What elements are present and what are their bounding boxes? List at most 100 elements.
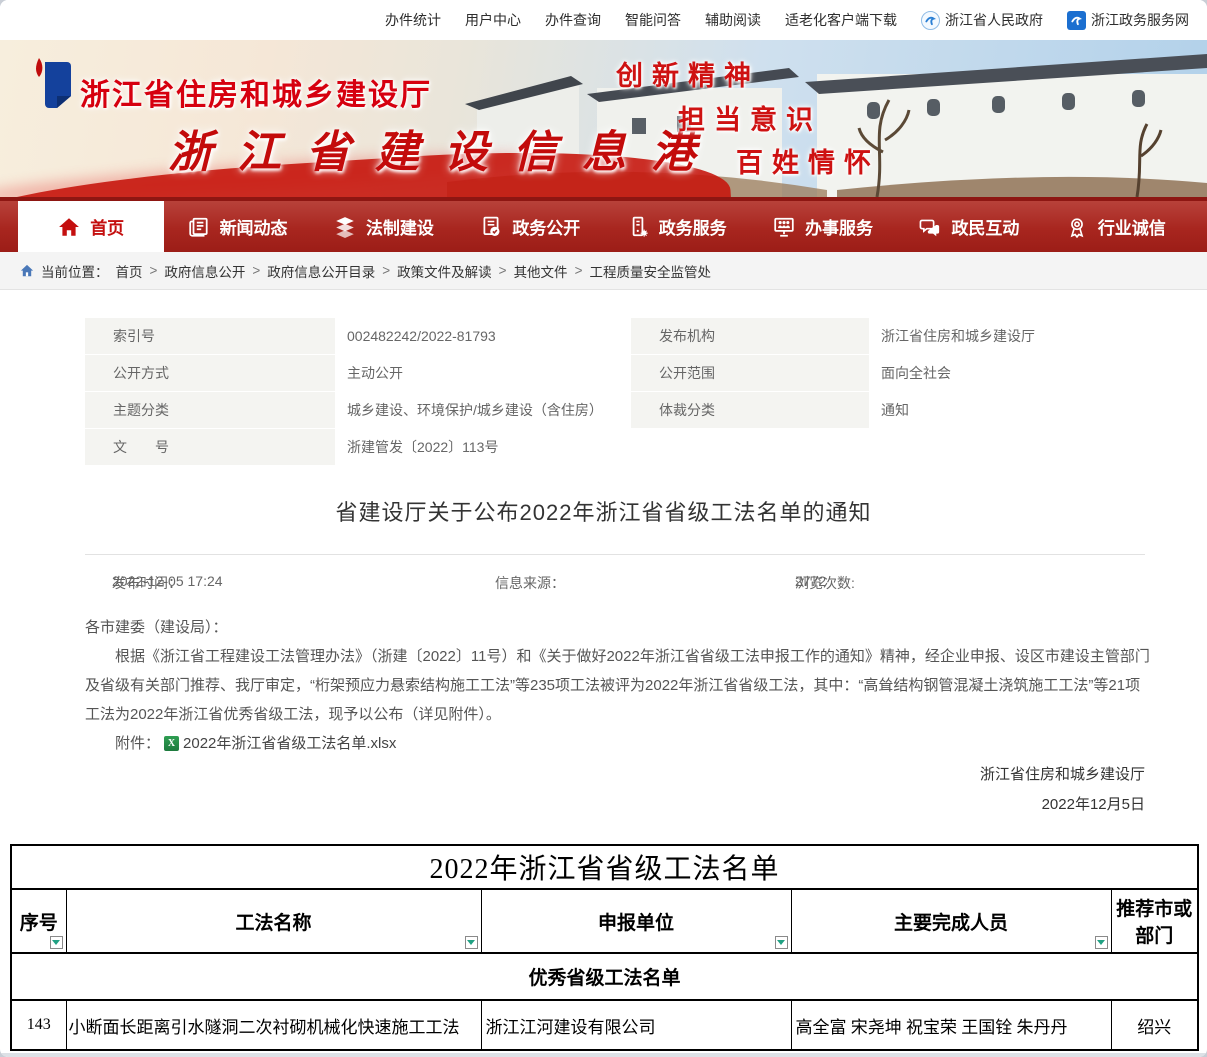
article: 省建设厅关于公布2022年浙江省省级工法名单的通知 发布时间： 2022-12-… (0, 495, 1207, 820)
breadcrumb-item-other-docs[interactable]: 其他文件 (514, 261, 568, 281)
col-header-name: 工法名称 (66, 889, 481, 953)
table-header-row: 序号 工法名称 申报单位 主要完成人员 推荐市或部门 (11, 889, 1198, 953)
nav-label: 行业诚信 (1098, 214, 1166, 239)
nav-item-gov-service[interactable]: 政务服务 (604, 201, 750, 252)
nav-item-home[interactable]: 首页 (18, 201, 164, 252)
link-zhejiang-gov[interactable]: 浙江省人民政府 (921, 10, 1043, 30)
nav-item-law[interactable]: 法制建设 (311, 201, 457, 252)
topbar-link-stats[interactable]: 办件统计 (385, 10, 441, 30)
breadcrumb-separator: > (252, 263, 260, 278)
info-value-topic: 城乡建设、环境保护/城乡建设（含住房） (335, 392, 631, 428)
article-meta: 发布时间： 2022-12-05 17:24 信息来源： 浏览次数: 2772 (0, 573, 1207, 593)
zhejiang-gov-label: 浙江省人民政府 (945, 10, 1043, 30)
breadcrumb-home-icon (20, 264, 34, 278)
nav-label: 办事服务 (805, 214, 873, 239)
breadcrumb-separator: > (382, 263, 390, 278)
topbar-link-qa[interactable]: 智能问答 (625, 10, 681, 30)
filter-button-company[interactable] (775, 936, 788, 949)
filter-button-no[interactable] (50, 936, 63, 949)
attachment-link[interactable]: 2022年浙江省省级工法名单.xlsx (183, 729, 396, 758)
department-name: 浙江省住房和城乡建设厅 (80, 70, 432, 114)
xlsx-file-icon: X (164, 736, 179, 751)
nav-item-office-service[interactable]: 办事服务 (750, 201, 896, 252)
nav-label: 法制建设 (366, 214, 434, 239)
attachment-line: 附件： X 2022年浙江省省级工法名单.xlsx (85, 729, 1150, 758)
department-logo-icon (33, 56, 73, 117)
nav-item-gov-open[interactable]: 政务公开 (457, 201, 603, 252)
col-header-city: 推荐市或部门 (1111, 889, 1198, 953)
page: 办件统计 用户中心 办件查询 智能问答 辅助阅读 适老化客户端下载 浙江省人民政… (0, 0, 1207, 1057)
salutation: 各市建委（建设局）： (85, 613, 1150, 642)
breadcrumb-item-home[interactable]: 首页 (116, 261, 143, 281)
top-utility-bar: 办件统计 用户中心 办件查询 智能问答 辅助阅读 适老化客户端下载 浙江省人民政… (0, 0, 1207, 40)
info-value-genre: 通知 (869, 392, 1145, 428)
section-header: 优秀省级工法名单 (11, 953, 1198, 1000)
info-label-empty (631, 429, 869, 465)
zhejiang-gov-logo-icon (921, 11, 940, 30)
col-header-company: 申报单位 (481, 889, 791, 953)
info-label-open-mode: 公开方式 (85, 355, 335, 391)
slogan-responsibility: 担当意识 (678, 98, 822, 137)
filter-button-name[interactable] (465, 936, 478, 949)
breadcrumb-separator: > (575, 263, 583, 278)
article-body: 各市建委（建设局）： 根据《浙江省工程建设工法管理办法》（浙建〔2022〕11号… (85, 613, 1150, 758)
breadcrumb-item-catalog[interactable]: 政府信息公开目录 (267, 261, 375, 281)
info-label-genre: 体裁分类 (631, 392, 869, 428)
info-label-issuer: 发布机构 (631, 318, 869, 354)
info-label-index: 索引号 (85, 318, 335, 354)
nav-item-integrity[interactable]: 行业诚信 (1043, 201, 1189, 252)
col-header-no: 序号 (11, 889, 66, 953)
integrity-medal-icon (1066, 216, 1088, 238)
page-title: 省建设厅关于公布2022年浙江省省级工法名单的通知 (0, 495, 1207, 527)
table-title: 2022年浙江省省级工法名单 (11, 845, 1198, 889)
breadcrumb-separator: > (499, 263, 507, 278)
news-icon (188, 216, 210, 238)
slogan-innovation: 创新精神 (616, 54, 760, 93)
nav-label: 首页 (90, 214, 124, 239)
breadcrumb-item-policy-docs[interactable]: 政策文件及解读 (397, 261, 492, 281)
breadcrumb-prefix: 当前位置： (41, 261, 109, 281)
office-service-icon (773, 216, 795, 238)
doc-info-table: 索引号 002482242/2022-81793 发布机构 浙江省住房和城乡建设… (85, 318, 1145, 465)
info-value-doc-number: 浙建管发〔2022〕113号 (335, 429, 631, 465)
topbar-link-elder-download[interactable]: 适老化客户端下载 (785, 10, 897, 30)
link-zhejiang-service[interactable]: 浙江政务服务网 (1067, 10, 1189, 30)
info-value-open-scope: 面向全社会 (869, 355, 1145, 391)
zhejiang-service-label: 浙江政务服务网 (1091, 10, 1189, 30)
table-row: 143 小断面长距离引水隧洞二次衬砌机械化快速施工工法 浙江江河建设有限公司 高… (11, 1000, 1198, 1050)
col-header-people: 主要完成人员 (791, 889, 1111, 953)
filter-button-people[interactable] (1095, 936, 1108, 949)
nav-label: 政务服务 (659, 214, 727, 239)
gov-service-icon (627, 216, 649, 238)
home-icon (58, 216, 80, 238)
body-paragraph: 根据《浙江省工程建设工法管理办法》（浙建〔2022〕11号）和《关于做好2022… (85, 642, 1150, 729)
topbar-link-assist[interactable]: 辅助阅读 (705, 10, 761, 30)
nav-label: 新闻动态 (220, 214, 288, 239)
breadcrumb: 当前位置： 首页 > 政府信息公开 > 政府信息公开目录 > 政策文件及解读 >… (0, 252, 1207, 290)
info-value-empty (869, 429, 1145, 465)
signature-block: 浙江省住房和城乡建设厅 2022年12月5日 (0, 760, 1145, 820)
info-label-doc-number: 文 号 (85, 429, 335, 465)
interaction-icon (919, 216, 941, 238)
topbar-link-query[interactable]: 办件查询 (545, 10, 601, 30)
site-calligraphy-title: 浙 江 省 建 设 信 息 港 (168, 116, 702, 180)
info-value-index: 002482242/2022-81793 (335, 318, 631, 354)
title-divider (85, 554, 1145, 555)
info-label-open-scope: 公开范围 (631, 355, 869, 391)
cell-no: 143 (11, 1000, 66, 1050)
breadcrumb-item-dept[interactable]: 工程质量安全监管处 (589, 261, 711, 281)
slogan-people: 百姓情怀 (736, 141, 880, 180)
gongfa-list-table: 2022年浙江省省级工法名单 序号 工法名称 申报单位 主要完成人员 推荐市或部… (10, 844, 1199, 1051)
info-value-issuer: 浙江省住房和城乡建设厅 (869, 318, 1145, 354)
nav-label: 政民互动 (951, 214, 1019, 239)
cell-people: 高全富 宋尧坤 祝宝荣 王国铨 朱丹丹 (791, 1000, 1111, 1050)
cell-company: 浙江江河建设有限公司 (481, 1000, 791, 1050)
breadcrumb-item-gov-info[interactable]: 政府信息公开 (164, 261, 245, 281)
zhejiang-service-logo-icon (1067, 11, 1086, 30)
info-value-open-mode: 主动公开 (335, 355, 631, 391)
signature-org: 浙江省住房和城乡建设厅 (0, 760, 1145, 790)
nav-item-interaction[interactable]: 政民互动 (896, 201, 1042, 252)
nav-item-news[interactable]: 新闻动态 (164, 201, 310, 252)
cell-name: 小断面长距离引水隧洞二次衬砌机械化快速施工工法 (66, 1000, 481, 1050)
topbar-link-user-center[interactable]: 用户中心 (465, 10, 521, 30)
